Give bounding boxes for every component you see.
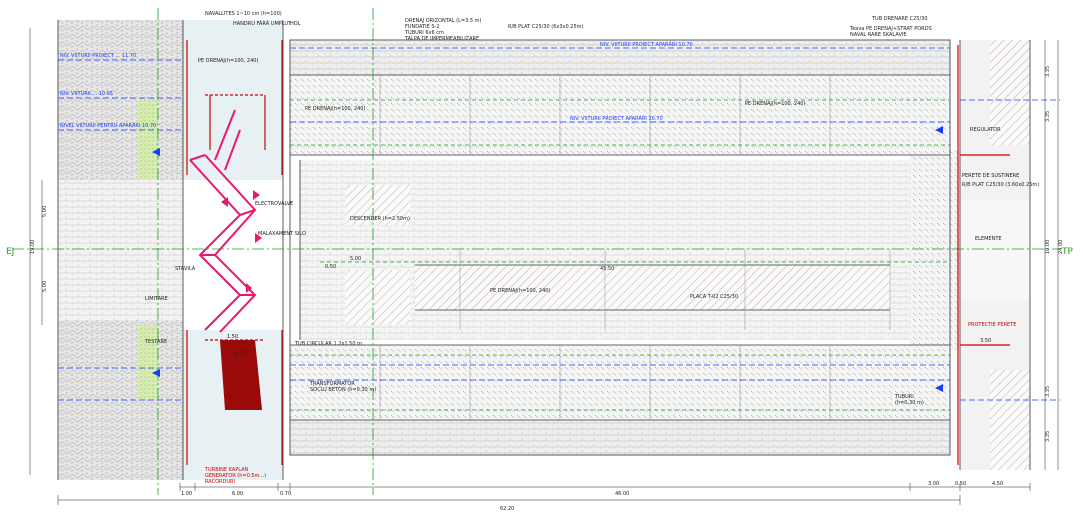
green-zone-upper (138, 100, 158, 180)
label-water-level-2: NIV. VIITURII ... 10.95 (60, 91, 113, 97)
label-water-level-1: NIV. VIITURII PROIECT ... 11.70 (60, 53, 136, 59)
dim-inner-1: 45.50 (600, 266, 614, 272)
hatched-base (415, 265, 890, 310)
label-navallites: NAVALLITES 1~10 cm (h=100) (205, 11, 282, 17)
dim-bottom-c: 46.00 (615, 491, 629, 497)
label-descender: DESCENDER (h=2.50m) (350, 216, 410, 222)
label-tub-drenare: TUB DRENARE C25/30 (871, 16, 928, 22)
dim-left-a: 5.00 (42, 206, 48, 217)
label-regulator: REGULATOR (970, 127, 1001, 133)
dim-tunnel-a: 5.00 (350, 256, 361, 262)
label-soclu: SOCLU BETON (h=0.30 m) (310, 387, 376, 393)
green-zone-lower (138, 325, 158, 400)
dim-right-a: 3.35 (1045, 66, 1051, 77)
label-malaxament: MALAXAMENT SILO (258, 231, 306, 237)
label-pe-drain-mid: PE DRENAJ(h=100, 240) (745, 101, 805, 107)
dim-left-total: 19.00 (30, 240, 36, 254)
lower-bottom-band (290, 420, 950, 455)
dim-tunnel-c: 3.10 (235, 351, 246, 357)
dim-left-b: 5.00 (42, 281, 48, 292)
dim-bottom-left: 1.00 (181, 491, 192, 497)
dim-right-d: 3.35 (1045, 431, 1051, 442)
dim-right-total: 24.00 (1058, 240, 1064, 254)
label-tunnel-pe-drain: PE DRENAJ(h=100, 240) (305, 106, 365, 112)
label-testare: TESTARE (144, 339, 167, 345)
label-tuburi-right-h: (h=0.30 m) (895, 400, 924, 406)
label-pe-drain-tunnel: PE DRENAJ(h=100, 240) (490, 288, 550, 294)
dim-bottom-total: 62.20 (500, 506, 514, 512)
label-stavila: STAVILA (175, 266, 196, 272)
right-middle-room (960, 200, 1030, 300)
dim-tunnel-b: 1.50 (227, 334, 238, 340)
label-water-level-mid: NIV. VIITURII PROIECT APARĂRI 10.70 (570, 115, 663, 122)
label-talpa: TALPA DE IMPERMEABILIZARE (404, 36, 479, 42)
dim-right-b: 3.35 (1045, 111, 1051, 122)
label-protectie: PROTECTIE PERETE (968, 322, 1016, 328)
dim-bottom-f: 4.50 (992, 481, 1003, 487)
dim-inner-2: 3.50 (980, 338, 991, 344)
left-rock-upper (58, 20, 183, 180)
hatched-block-lower (345, 270, 410, 325)
right-concrete (910, 150, 960, 350)
dim-bottom-b: 0.70 (280, 491, 291, 497)
label-hol: HOL (290, 21, 301, 27)
intake-upper (183, 20, 283, 180)
label-tub-circular: TUB CIRCULAR 1.2x1.50 m (294, 341, 362, 347)
flow-arrow-icon (253, 190, 260, 200)
dim-bottom-e: 0.50 (955, 481, 966, 487)
label-racorduri: RACORDURI (205, 479, 235, 485)
label-pe-drain-left: PE DRENAJ(h=100, 240) (198, 58, 258, 64)
label-elemente: ELEMENTE (975, 236, 1002, 242)
dim-bottom-a: 6.00 (232, 491, 243, 497)
label-limitare: LIMITARE (145, 296, 168, 302)
technical-drawing: NAVALLITES 1~10 cm (h=100) HANDRU FĂRĂ U… (6, 8, 1073, 512)
dim-right-c: 3.35 (1045, 386, 1051, 397)
label-electrovalve: ELECTROVALVE (255, 201, 293, 207)
label-water-level-3: NIVEL VIITURII PENTRU APARĂRI 10.70 (60, 122, 156, 129)
dim-inner-3: 0.50 (325, 264, 336, 270)
dim-right-mid: 10.00 (1045, 240, 1051, 254)
label-rb-plat: R/B PLAT C25/30 (6x3x0.25m) (508, 24, 583, 30)
axis-left-label: EJ (6, 247, 14, 257)
right-hatch-lower (990, 370, 1030, 470)
label-placa: PLACA T-02 C25/30 (690, 294, 738, 300)
label-right-rb-plat: R/B PLAT C25/30 (3.60x0.25m) (962, 182, 1039, 188)
label-perete: PERETE DE SUSTINERE (962, 173, 1019, 179)
dim-bottom-d: 3.00 (928, 481, 939, 487)
label-water-level-top: NIV. VIITURII PROIECT APARĂRI 10.70 (600, 41, 693, 48)
label-handru: HANDRU FĂRĂ UMPLUT (233, 20, 292, 27)
label-naval-rare: NAVAL RARE SKALAVIE (850, 32, 907, 38)
